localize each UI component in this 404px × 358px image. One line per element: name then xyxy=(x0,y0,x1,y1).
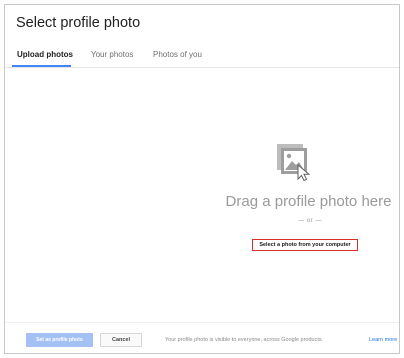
select-profile-photo-dialog: Select profile photo Upload photos Your … xyxy=(4,4,400,354)
dialog-title: Select profile photo xyxy=(16,15,141,31)
or-divider: — or — xyxy=(298,218,322,224)
cancel-button[interactable]: Cancel xyxy=(100,333,142,347)
visibility-note: Your profile photo is visible to everyon… xyxy=(165,337,324,343)
dialog-footer: Set as profile photo Cancel Your profile… xyxy=(5,322,399,355)
tab-photos-of-you[interactable]: Photos of you xyxy=(153,50,202,59)
drag-photo-here-text: Drag a profile photo here xyxy=(225,193,392,210)
tab-bar: Upload photos Your photos Photos of you xyxy=(5,41,399,68)
active-tab-indicator xyxy=(12,65,71,67)
tab-your-photos[interactable]: Your photos xyxy=(91,50,133,59)
photo-upload-icon xyxy=(277,144,311,181)
learn-more-link[interactable]: Learn more xyxy=(369,337,397,343)
select-photo-from-computer-button[interactable]: Select a photo from your computer xyxy=(252,239,358,251)
upload-drop-zone[interactable]: Drag a profile photo here — or — Select … xyxy=(5,68,399,322)
tab-upload-photos[interactable]: Upload photos xyxy=(17,50,73,59)
set-as-profile-photo-button[interactable]: Set as profile photo xyxy=(26,333,93,347)
